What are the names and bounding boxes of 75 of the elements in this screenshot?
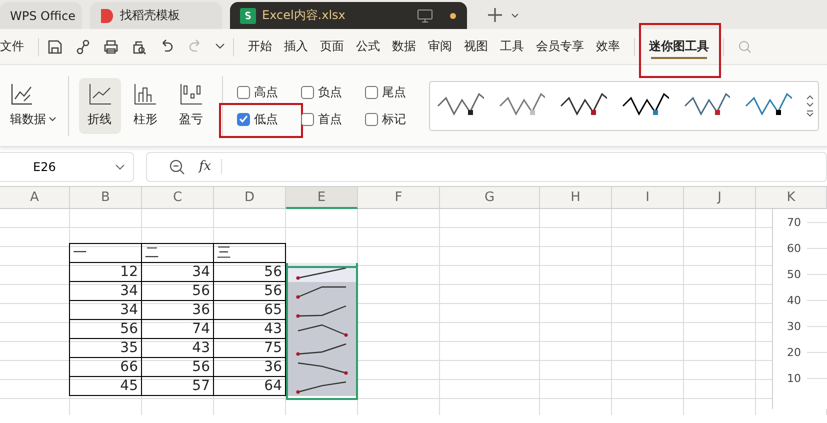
axis-tick-label: 50 [787, 268, 801, 280]
sparkline-type-button[interactable]: 盈亏 [170, 78, 212, 134]
function-label: fx [199, 159, 222, 174]
column-header[interactable]: E [286, 187, 358, 209]
ribbon-tab[interactable]: 会员专享 [530, 29, 590, 64]
column-header[interactable]: A [0, 187, 70, 209]
print-preview-icon[interactable] [131, 38, 147, 54]
checkbox-option[interactable]: 首点 [301, 110, 342, 128]
spreadsheet-icon [240, 8, 256, 24]
column-header[interactable]: G [440, 187, 540, 209]
ribbon-tab[interactable]: 开始 [242, 29, 278, 64]
sparkline-type-button[interactable]: 折线 [78, 78, 120, 134]
save-icon[interactable] [47, 38, 63, 54]
document-tab[interactable]: Excel内容.xlsx [230, 2, 467, 29]
ribbon-tab[interactable]: 页面 [314, 29, 350, 64]
scroll-up-icon[interactable] [806, 94, 814, 100]
column-header[interactable]: F [358, 187, 440, 209]
column-header[interactable]: K [756, 187, 827, 209]
chevron-down-icon[interactable] [215, 42, 225, 50]
formula-field[interactable]: fx [146, 152, 827, 182]
edit-data-label: 辑数据 [10, 111, 46, 128]
line-chart-icon [88, 83, 112, 105]
ribbon-tab[interactable]: 公式 [350, 29, 386, 64]
caret-icon [49, 117, 56, 122]
table-cell: 45 [69, 376, 142, 396]
checkbox-option[interactable]: 高点 [237, 84, 278, 100]
axis-tick-label: 10 [787, 372, 801, 384]
table-cell[interactable] [286, 282, 358, 301]
table-cell: 64 [213, 376, 286, 396]
ribbon-tab[interactable]: 审阅 [422, 29, 458, 64]
ribbon-tab[interactable]: 工具 [494, 29, 530, 64]
axis-tick-label: 20 [787, 346, 801, 358]
chevron-down-icon [115, 164, 125, 170]
docer-logo-icon [100, 8, 114, 24]
plus-icon[interactable] [487, 7, 503, 23]
ribbon-tab[interactable]: 迷你图工具 [643, 29, 715, 64]
axis-tick-label: 70 [787, 216, 801, 228]
ribbon-tab[interactable]: 效率 [590, 29, 626, 64]
scroll-down-icon[interactable] [806, 102, 814, 108]
file-menu[interactable]: 文件 [0, 29, 30, 64]
column-header[interactable]: I [612, 187, 684, 209]
axis-tick-label: 60 [787, 242, 801, 254]
column-header[interactable]: B [70, 187, 142, 209]
unsaved-dot-icon [449, 12, 457, 20]
document-tab[interactable]: 找稻壳模板 [90, 2, 222, 29]
checkbox-option[interactable]: 尾点 [365, 84, 406, 100]
axis-tick-label: 30 [787, 320, 801, 332]
edit-data-icon [10, 83, 34, 105]
chevron-down-icon[interactable] [511, 13, 519, 19]
name-box[interactable]: E26 [0, 152, 134, 182]
column-header[interactable]: J [684, 187, 756, 209]
ribbon-tab[interactable]: 视图 [458, 29, 494, 64]
table-cell: 三 [213, 243, 286, 263]
ribbon-tab[interactable]: 数据 [386, 29, 422, 64]
column-header[interactable]: D [214, 187, 286, 209]
axis-tick-label: 40 [787, 294, 801, 306]
checkbox-option[interactable]: 低点 [237, 110, 278, 128]
win-loss-icon [179, 83, 204, 105]
ribbon-tab[interactable]: 插入 [278, 29, 314, 64]
document-tab[interactable]: WPS Office [0, 2, 82, 29]
checkbox-option[interactable]: 负点 [301, 84, 342, 100]
print-icon[interactable] [103, 38, 119, 54]
column-header[interactable]: C [142, 187, 214, 209]
zoom-out-icon[interactable] [169, 158, 185, 174]
sparkline-type-button[interactable]: 柱形 [124, 78, 166, 134]
share-icon[interactable] [75, 38, 91, 54]
column-header[interactable]: H [540, 187, 612, 209]
checkbox-option[interactable]: 标记 [365, 110, 406, 128]
monitor-icon[interactable] [417, 8, 433, 22]
table-cell[interactable] [286, 377, 358, 396]
column-chart-icon [133, 83, 158, 105]
expand-gallery-icon[interactable] [806, 110, 814, 118]
check-icon [239, 115, 248, 123]
edit-data-button[interactable]: 辑数据 [2, 78, 58, 134]
table-cell: 一 [69, 243, 142, 263]
